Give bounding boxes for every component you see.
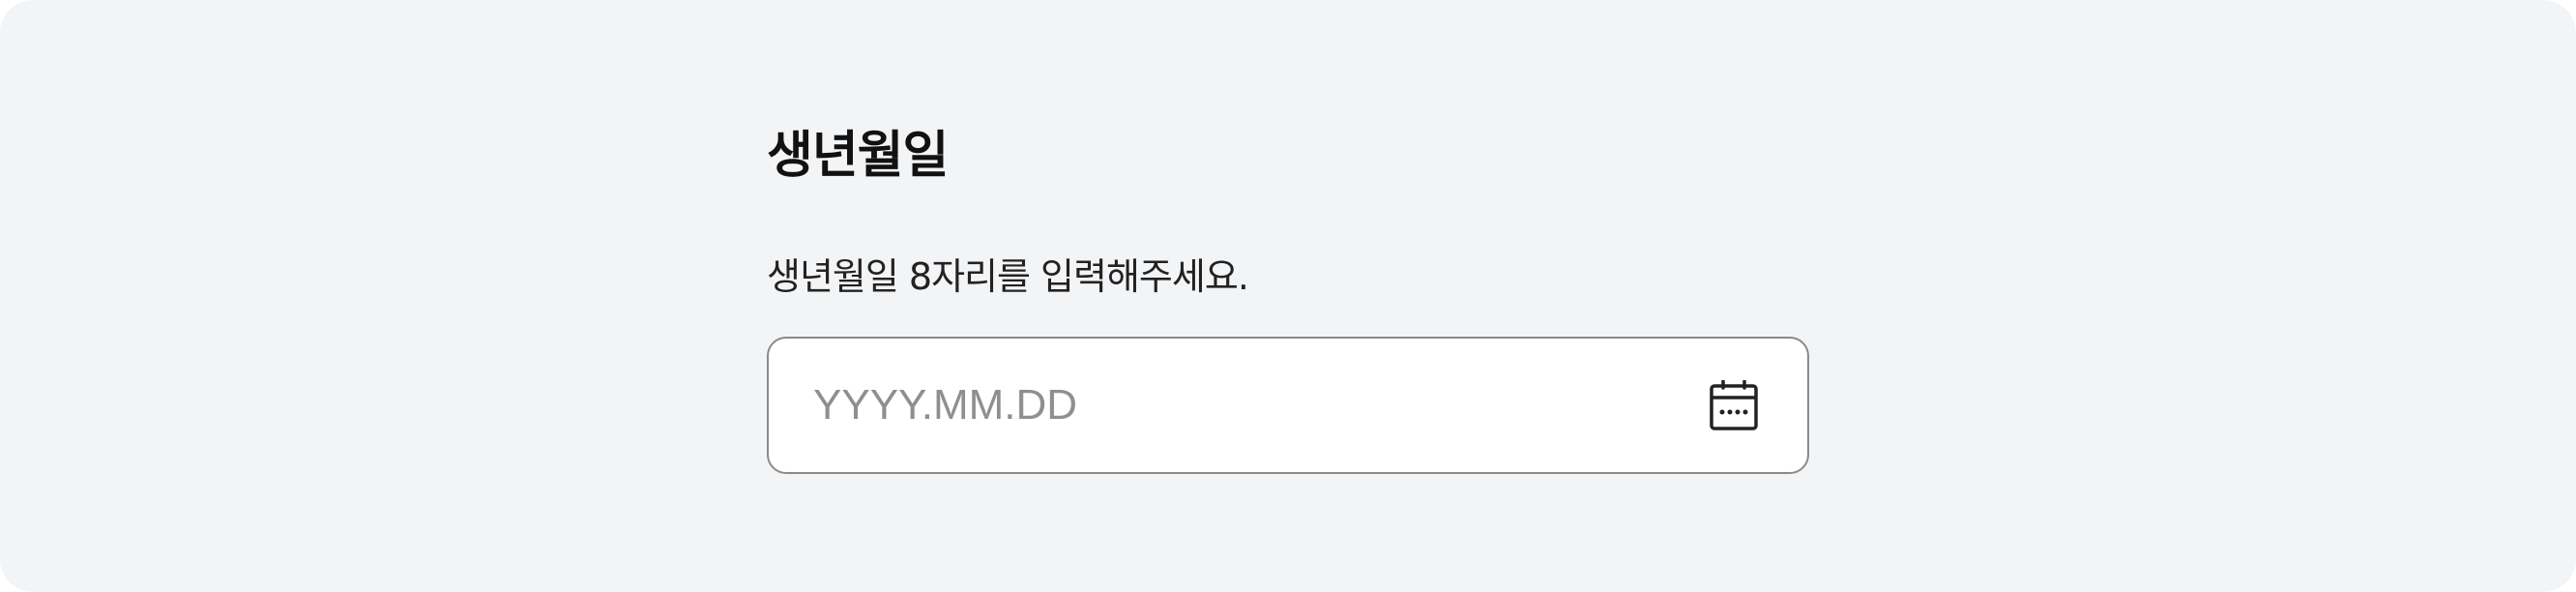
birthdate-input[interactable] (813, 376, 1709, 434)
section-title: 생년월일 (767, 127, 949, 185)
calendar-button[interactable] (1709, 380, 1759, 430)
birthdate-section: 생년월일 생년월일 8자리를 입력해주세요. (767, 124, 1809, 474)
birthdate-field[interactable] (767, 337, 1809, 474)
calendar-icon (1710, 380, 1758, 430)
section-description: 생년월일 8자리를 입력해주세요. (767, 255, 1249, 298)
birthdate-card: 생년월일 생년월일 8자리를 입력해주세요. (0, 0, 2576, 592)
